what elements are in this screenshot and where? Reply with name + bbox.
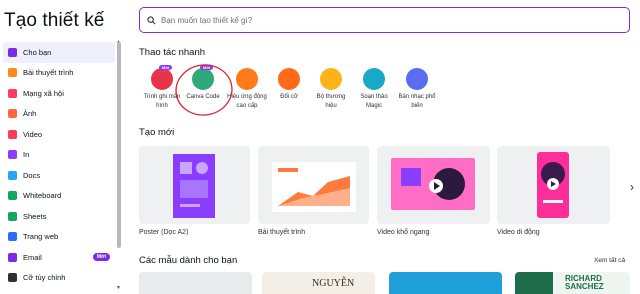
sidebar-item-label: Mạng xã hội (23, 88, 64, 98)
card-label-mobile-video: Video di động (497, 229, 540, 236)
carousel-next-button[interactable]: › (624, 176, 640, 198)
see-all-link[interactable]: Xem tất cả (594, 257, 625, 264)
scroll-down-arrow[interactable]: ▼ (116, 285, 121, 291)
sidebar-item-0[interactable]: Cho bạn (3, 42, 115, 63)
presentation-icon (8, 68, 17, 78)
presentation-thumbnail (272, 162, 356, 212)
card-label-poster: Poster (Dọc A2) (139, 229, 189, 236)
template-text-richard: RICHARD SANCHEZ (565, 274, 604, 291)
sidebar: Tạo thiết kế Cho bạn Bài thuyết trình Mạng… (0, 0, 126, 294)
heart-icon (8, 88, 17, 98)
card-label-presentation: Bài thuyết trình (258, 229, 306, 236)
landscape-video-thumbnail (391, 158, 475, 210)
sidebar-item-1[interactable]: Bài thuyết trình (0, 63, 118, 84)
template-thumb-2[interactable]: NGUYỄN (262, 272, 375, 294)
quick-action-3[interactable]: Đổi cỡ (269, 68, 309, 102)
red-circle-annotation (175, 64, 233, 116)
sidebar-item-label: Email (23, 252, 42, 262)
sparkle-icon (8, 47, 17, 57)
recommended-heading: Các mẫu dành cho bạn (139, 255, 238, 266)
search-icon (147, 15, 156, 24)
poster-thumbnail (173, 154, 215, 218)
sidebar-item-3[interactable]: Ảnh (0, 104, 118, 125)
sidebar-item-8[interactable]: Sheets (0, 206, 118, 227)
card-label-landscape-video: Video khổ ngang (377, 229, 430, 236)
quick-action-icon (278, 68, 300, 90)
search-bar[interactable]: Bạn muốn tạo thiết kế gì? (139, 7, 630, 33)
quick-action-label: Bản nhạc phổ biến (398, 94, 436, 109)
quick-action-icon: Mới (151, 65, 173, 90)
sidebar-item-label: Trang web (23, 232, 59, 242)
new-badge: Mới (92, 253, 110, 261)
search-placeholder: Bạn muốn tạo thiết kế gì? (161, 15, 253, 25)
template-thumb-4[interactable]: RICHARD SANCHEZ (515, 272, 630, 294)
sidebar-item-label: Bài thuyết trình (23, 68, 74, 78)
sidebar-item-4[interactable]: Video (0, 124, 118, 145)
printer-icon (8, 150, 17, 160)
photo-icon (8, 109, 17, 119)
quick-action-label: Soạn thảo Magic (360, 94, 388, 109)
sidebar-item-label: Ảnh (23, 109, 37, 119)
new-badge: Mới (159, 65, 173, 70)
sheets-icon (8, 211, 17, 221)
card-mobile-video[interactable] (497, 146, 610, 224)
sidebar-item-label: Sheets (23, 211, 47, 221)
resize-icon (8, 273, 17, 283)
email-icon (8, 252, 17, 262)
sidebar-item-label: Video (23, 129, 43, 139)
quick-action-4[interactable]: Bộ thương hiệu (311, 68, 351, 111)
sidebar-item-9[interactable]: Trang web (0, 227, 118, 248)
sidebar-scrollbar-thumb[interactable] (117, 42, 121, 248)
quick-action-icon (363, 68, 385, 90)
whiteboard-icon (8, 191, 17, 201)
page-title: Tạo thiết kế (4, 10, 105, 31)
card-presentation[interactable] (258, 146, 369, 224)
sidebar-item-6[interactable]: Docs (0, 165, 118, 186)
template-text-nguyen: NGUYỄN (312, 278, 355, 289)
card-landscape-video[interactable] (377, 146, 490, 224)
quick-action-icon (320, 68, 342, 90)
sidebar-item-5[interactable]: In (0, 145, 118, 166)
sidebar-nav: Cho bạn Bài thuyết trình Mạng xã hội Ảnh Vid… (0, 42, 118, 288)
template-thumb-3[interactable] (389, 272, 502, 294)
sidebar-item-7[interactable]: Whiteboard (0, 186, 118, 207)
sidebar-item-label: Docs (23, 170, 41, 180)
quick-action-label: Đổi cỡ (280, 94, 298, 100)
create-new-heading: Tạo mới (139, 127, 175, 138)
sidebar-item-label: In (23, 150, 30, 160)
template-thumb-1[interactable] (139, 272, 252, 294)
sidebar-item-label: Cỡ tùy chỉnh (23, 273, 66, 283)
sidebar-item-2[interactable]: Mạng xã hội (0, 83, 118, 104)
docs-icon (8, 170, 17, 180)
sidebar-item-11[interactable]: Cỡ tùy chỉnh (0, 268, 118, 289)
quick-action-label: Bộ thương hiệu (316, 94, 346, 109)
video-icon (8, 129, 17, 139)
mobile-video-thumbnail (537, 152, 569, 218)
quick-action-5[interactable]: Soạn thảo Magic (354, 68, 394, 111)
quick-action-icon (236, 68, 258, 90)
website-icon (8, 232, 17, 242)
quick-actions-heading: Thao tác nhanh (139, 47, 206, 58)
sidebar-item-10[interactable]: Email Mới (0, 247, 118, 268)
sidebar-item-label: Cho bạn (23, 47, 52, 57)
quick-action-icon (406, 68, 428, 90)
quick-action-6[interactable]: Bản nhạc phổ biến (397, 68, 437, 111)
card-poster[interactable] (139, 146, 250, 224)
sidebar-item-label: Whiteboard (23, 191, 62, 201)
